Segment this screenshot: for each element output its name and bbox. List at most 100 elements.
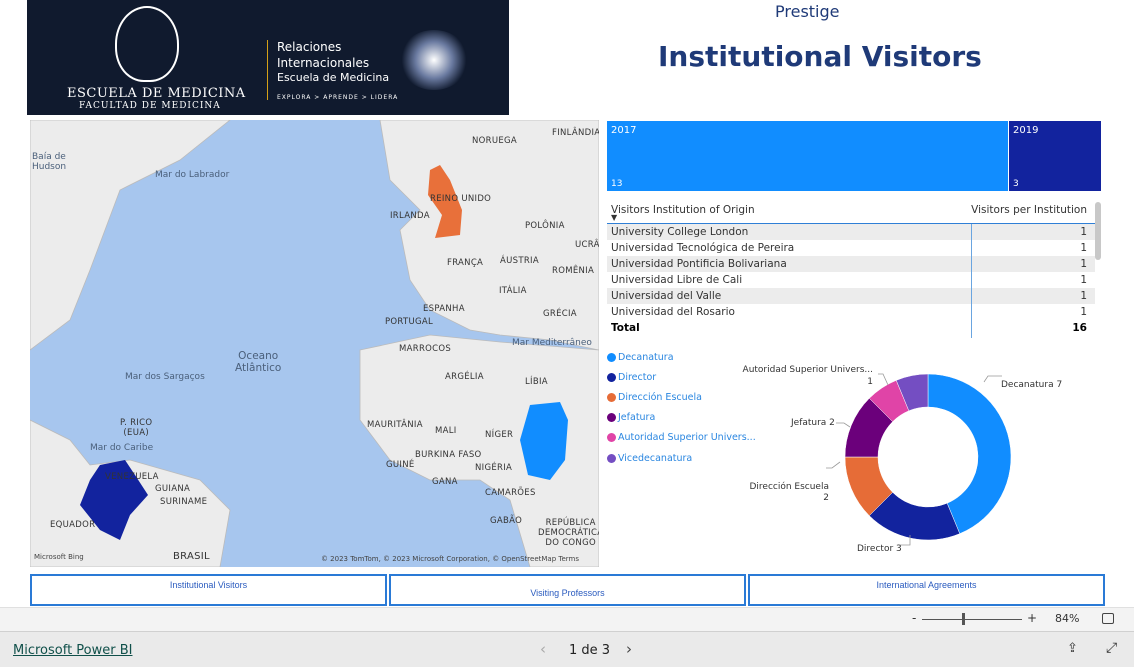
table-row[interactable]: Universidad Pontificia Bolivariana 1 <box>607 256 1095 272</box>
zoom-bar: - + 84% <box>0 607 1134 631</box>
map-label: UCRÂNIA <box>575 240 599 250</box>
zoom-in-button[interactable]: + <box>1027 611 1037 625</box>
nav-visiting-professors-button[interactable]: Visiting Professors <box>389 574 746 606</box>
map-label: BURKINA FASO <box>415 450 482 460</box>
table-scrollbar[interactable] <box>1095 202 1101 260</box>
map-copyright[interactable]: © 2023 TomTom, © 2023 Microsoft Corporat… <box>321 555 579 563</box>
map-label: Mar do Labrador <box>155 170 230 180</box>
map-label: EQUADOR <box>50 520 96 530</box>
map-label: GANA <box>432 477 458 487</box>
logo-line3: Escuela de Medicina <box>277 71 390 84</box>
table-row[interactable]: Universidad del Valle 1 <box>607 288 1095 304</box>
map-label: ITÁLIA <box>499 286 527 296</box>
map-label: ROMÊNIA <box>552 266 595 276</box>
treemap-tile-2017[interactable]: 2017 13 <box>607 121 1008 191</box>
map-label: MALI <box>435 426 457 436</box>
data-label-decanatura: Decanatura 7 <box>1001 380 1063 390</box>
treemap-tile-2019[interactable]: 2019 3 <box>1009 121 1101 191</box>
table-body: University College London 1 Universidad T… <box>607 224 1095 320</box>
logo-faculty: FACULTAD DE MEDICINA <box>79 101 221 111</box>
legend-item[interactable]: Jefatura <box>607 412 655 423</box>
nav-institutional-visitors-button[interactable]: Institutional Visitors <box>30 574 387 606</box>
map-label: CAMARÕES <box>485 488 536 498</box>
table-row[interactable]: University College London 1 <box>607 224 1095 240</box>
zoom-out-button[interactable]: - <box>912 611 916 625</box>
legend-item[interactable]: Autoridad Superior Univers... <box>607 432 756 443</box>
cell-institution: Universidad Tecnológica de Pereira <box>611 242 795 254</box>
column-header-visitors[interactable]: Visitors per Institution <box>971 204 1087 216</box>
leader-line <box>826 461 841 469</box>
map-label: IRLANDA <box>390 211 430 221</box>
fullscreen-icon[interactable]: ⤢ <box>1106 640 1117 656</box>
column-header-institution[interactable]: Visitors Institution of Origin <box>611 204 755 216</box>
globe-logo-icon <box>399 30 469 90</box>
cell-count: 1 <box>1080 290 1087 302</box>
cell-institution: Universidad Pontificia Bolivariana <box>611 258 787 270</box>
university-seal-icon <box>115 6 179 82</box>
logo-line1: Relaciones <box>277 40 342 54</box>
map-label: Oceano Atlântico <box>235 350 282 374</box>
data-label-direccion: Dirección Escuela 2 <box>749 482 829 503</box>
map-label: GRÉCIA <box>543 309 577 319</box>
legend-label: Vicedecanatura <box>618 453 693 464</box>
legend-item[interactable]: Decanatura <box>607 352 674 363</box>
map-label: Baía de Hudson <box>32 152 67 172</box>
treemap-value: 13 <box>611 179 623 189</box>
table-row[interactable]: Universidad del Rosario 1 <box>607 304 1095 320</box>
cell-count: 1 <box>1080 306 1087 318</box>
legend-item[interactable]: Dirección Escuela <box>607 392 702 403</box>
filled-map[interactable]: Baía de Hudson Mar do Labrador FINLÂNDIA… <box>30 120 599 567</box>
legend-item[interactable]: Director <box>607 372 656 383</box>
legend-label: Autoridad Superior Univers... <box>618 432 756 443</box>
map-label: ÁUSTRIA <box>500 256 539 266</box>
leader-line <box>836 422 851 428</box>
institutions-table: Visitors Institution of Origin ▼ Visitor… <box>607 200 1095 336</box>
zoom-level: 84% <box>1055 612 1080 625</box>
legend-item[interactable]: Vicedecanatura <box>607 453 692 464</box>
legend-label: Dirección Escuela <box>618 392 702 403</box>
leader-line <box>983 375 1002 383</box>
fit-to-page-icon[interactable] <box>1102 613 1114 624</box>
cell-institution: Universidad del Valle <box>611 290 722 302</box>
nav-international-agreements-button[interactable]: International Agreements <box>748 574 1105 606</box>
map-label: LÍBIA <box>525 377 548 387</box>
legend-label: Jefatura <box>618 412 656 423</box>
cell-count: 1 <box>1080 242 1087 254</box>
share-icon[interactable]: ⇪ <box>1067 641 1078 656</box>
map-label: Mar do Caribe <box>90 443 154 453</box>
prev-page-button[interactable]: ‹ <box>540 640 546 658</box>
map-label: GUIANA <box>155 484 191 494</box>
page-indicator: 1 de 3 <box>569 643 611 658</box>
map-label: MAURITÂNIA <box>367 420 423 430</box>
map-label: Mar dos Sargaços <box>125 372 205 382</box>
next-page-button[interactable]: › <box>626 640 632 658</box>
table-row[interactable]: Universidad Tecnológica de Pereira 1 <box>607 240 1095 256</box>
map-label: GUINÉ <box>386 460 415 470</box>
column-divider <box>971 224 972 338</box>
logo-school: ESCUELA DE MEDICINA <box>67 86 246 101</box>
map-label: PORTUGAL <box>385 317 434 327</box>
legend-dot-icon <box>607 433 616 442</box>
cell-count: 1 <box>1080 226 1087 238</box>
table-header: Visitors Institution of Origin ▼ Visitor… <box>607 200 1095 224</box>
cell-institution: Universidad del Rosario <box>611 306 735 318</box>
legend-label: Decanatura <box>618 352 674 363</box>
map-label: NÍGER <box>485 430 514 440</box>
map-label: POLÔNIA <box>525 221 565 231</box>
data-label-autoridad: Autoridad Superior Univers... 1 <box>742 365 873 387</box>
map-label: NORUEGA <box>472 136 518 146</box>
leader-line <box>878 373 889 386</box>
power-bi-link[interactable]: Microsoft Power BI <box>13 643 132 658</box>
table-total-row: Total 16 <box>607 320 1095 336</box>
legend-dot-icon <box>607 373 616 382</box>
page-title: Institutional Visitors <box>658 40 982 73</box>
treemap-value: 3 <box>1013 179 1019 189</box>
map-label: REINO UNIDO <box>430 194 492 204</box>
cell-institution: University College London <box>611 226 749 238</box>
map-label: VENEZUELA <box>105 472 159 482</box>
zoom-slider-thumb[interactable] <box>962 613 965 625</box>
cell-count: 1 <box>1080 258 1087 270</box>
zoom-slider[interactable] <box>922 619 1022 620</box>
data-label-director: Director 3 <box>857 544 902 554</box>
table-row[interactable]: Universidad Libre de Cali 1 <box>607 272 1095 288</box>
